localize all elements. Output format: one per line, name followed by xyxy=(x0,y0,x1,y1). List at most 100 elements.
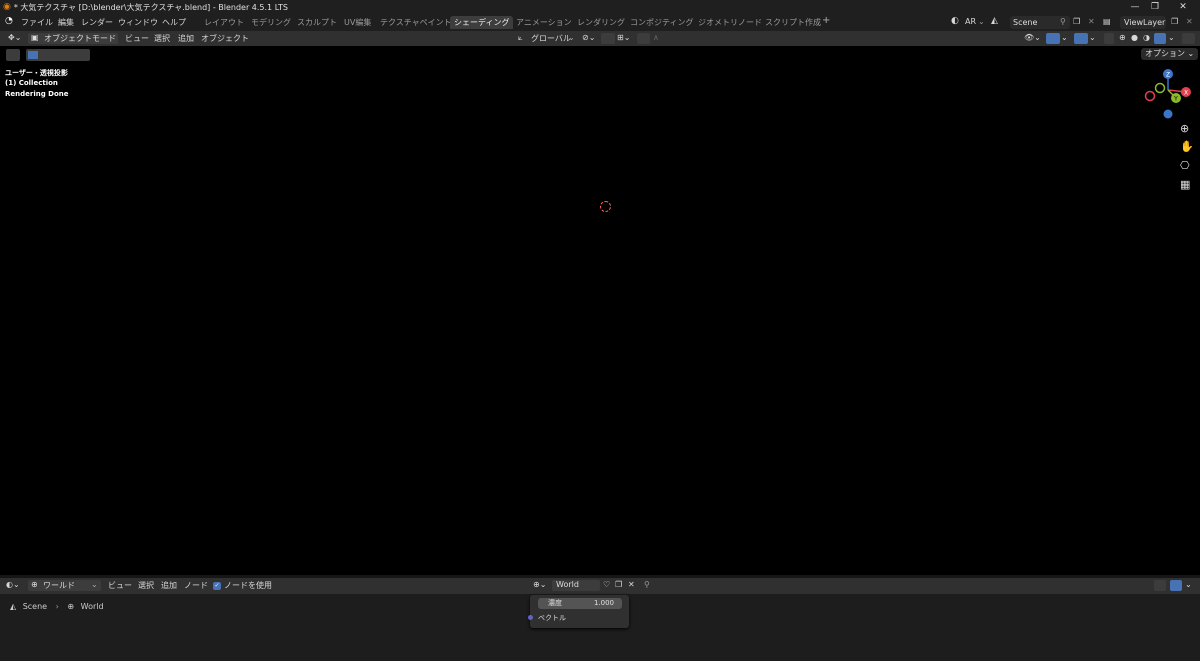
shader-editor-header: ◐⌄ ⊕ ワールド ⌄ ビュー 選択 追加 ノード ✓ ノードを使用 ⊕⌄ Wo… xyxy=(0,578,1200,594)
visibility-icon[interactable]: 👁⌄ xyxy=(1024,33,1041,42)
3d-cursor-icon xyxy=(600,201,611,212)
menu-file[interactable]: ファイル xyxy=(21,17,53,28)
title-bar: ◉ * 大気テクスチャ [D:\blender\大気テクスチャ.blend] -… xyxy=(0,0,1200,14)
transform-orientation-chevron-icon[interactable]: ⌄ xyxy=(568,33,575,42)
pivot-point-icon[interactable]: ⊘⌄ xyxy=(582,33,595,42)
shading-rendered-icon[interactable] xyxy=(1154,33,1166,44)
view-layer-field[interactable]: ViewLayer xyxy=(1120,16,1166,29)
snap-settings-icon[interactable]: ⊞⌄ xyxy=(617,33,630,42)
world-name-label: World xyxy=(556,580,579,589)
world-pin-icon[interactable]: ⚲ xyxy=(644,580,650,589)
node-editor-type-icon[interactable]: ◐⌄ xyxy=(6,580,20,589)
density-label: 濃度 xyxy=(548,599,562,607)
maximize-button[interactable]: ❐ xyxy=(1142,0,1168,14)
node-menu-view[interactable]: ビュー xyxy=(108,580,132,591)
scene-pin-icon[interactable]: ⚲ xyxy=(1060,17,1066,26)
gizmo-dropdown-icon[interactable]: ⌄ xyxy=(1061,33,1068,42)
node-snap-icon[interactable] xyxy=(1154,580,1166,591)
perspective-toggle-icon[interactable]: ▦ xyxy=(1180,178,1190,191)
menu-window[interactable]: ウィンドウ xyxy=(118,17,158,28)
viewport-menu-select[interactable]: 選択 xyxy=(154,33,170,44)
tab-animation[interactable]: アニメーション xyxy=(512,16,576,29)
scene-delete-icon[interactable]: ✕ xyxy=(1088,17,1095,26)
tab-texture-paint[interactable]: テクスチャペイント xyxy=(376,16,456,29)
tab-shading[interactable]: シェーディング xyxy=(450,16,514,29)
blender-menu-icon[interactable]: ◔ xyxy=(5,16,13,26)
sidebar-toggle-icon[interactable] xyxy=(1182,33,1195,44)
editor-type-icon[interactable]: ✥⌄ xyxy=(8,33,21,42)
menu-help[interactable]: ヘルプ xyxy=(162,17,186,28)
transform-orientation-icon[interactable]: ⟀ xyxy=(518,33,523,43)
use-nodes-checkbox[interactable]: ✓ xyxy=(213,582,221,590)
node-menu-node[interactable]: ノード xyxy=(184,580,208,591)
fake-user-icon[interactable]: ♡ xyxy=(603,580,610,589)
xray-toggle-icon[interactable] xyxy=(1104,33,1114,44)
shading-material-icon[interactable]: ◑ xyxy=(1143,33,1150,42)
node-overlay-toggle-icon[interactable] xyxy=(1170,580,1182,591)
ar-icon[interactable]: ◐ xyxy=(951,16,959,26)
tab-scripting[interactable]: スクリプト作成 xyxy=(761,16,825,29)
view-layer-new-icon[interactable]: ❐ xyxy=(1171,17,1178,26)
vector-socket-icon[interactable] xyxy=(528,615,533,620)
node-menu-add[interactable]: 追加 xyxy=(161,580,177,591)
gizmo-x-label: X xyxy=(1184,90,1188,97)
zoom-icon[interactable]: ⊕ xyxy=(1180,122,1189,135)
viewport-status: Rendering Done xyxy=(5,90,69,98)
tab-sculpt[interactable]: スカルプト xyxy=(293,16,341,29)
node-overlay-dropdown-icon[interactable]: ⌄ xyxy=(1185,580,1192,589)
tab-uv-editing[interactable]: UV編集 xyxy=(340,16,375,29)
camera-view-icon[interactable]: ⎔ xyxy=(1180,159,1190,172)
shading-wireframe-icon[interactable]: ⊕ xyxy=(1119,33,1126,42)
select-mode-buttons[interactable] xyxy=(26,49,90,61)
select-new-icon[interactable] xyxy=(28,51,38,59)
shader-type-chevron-icon: ⌄ xyxy=(91,580,98,589)
menu-edit[interactable]: 編集 xyxy=(58,17,74,28)
view-layer-delete-icon[interactable]: ✕ xyxy=(1186,17,1193,26)
shading-dropdown-icon[interactable]: ⌄ xyxy=(1168,33,1175,42)
density-slider[interactable]: 濃度 1.000 xyxy=(538,598,622,609)
object-mode-icon: ▣ xyxy=(31,33,39,42)
breadcrumb-separator-icon: › xyxy=(55,602,59,611)
shading-solid-icon[interactable]: ● xyxy=(1131,33,1138,42)
viewport-menu-add[interactable]: 追加 xyxy=(178,33,194,44)
tab-layout[interactable]: レイアウト xyxy=(200,16,248,29)
view-layer-icon[interactable]: ▤ xyxy=(1103,17,1111,26)
tab-geometry-nodes[interactable]: ジオメトリノード xyxy=(694,16,766,29)
tab-compositing[interactable]: コンポジティング xyxy=(626,16,698,29)
window-title: * 大気テクスチャ [D:\blender\大気テクスチャ.blend] - B… xyxy=(13,2,289,12)
texture-node[interactable]: 濃度 1.000 ベクトル xyxy=(528,595,629,628)
gizmo-toggle-icon[interactable] xyxy=(1046,33,1060,44)
navigation-gizmo[interactable]: Z X Y xyxy=(1140,68,1196,120)
scene-breadcrumb-icon: ◭ xyxy=(10,602,17,611)
world-browse-icon[interactable]: ⊕⌄ xyxy=(533,580,546,589)
ar-dropdown-icon[interactable]: ⌄ xyxy=(978,17,985,26)
transform-orientation-dropdown[interactable]: グローバル xyxy=(531,33,571,44)
close-button[interactable]: ✕ xyxy=(1170,0,1196,14)
proportional-falloff-icon[interactable]: ∧ xyxy=(653,33,659,42)
pan-hand-icon[interactable]: ✋ xyxy=(1180,140,1194,153)
viewport-menu-object[interactable]: オブジェクト xyxy=(201,33,249,44)
breadcrumb-scene: Scene xyxy=(22,602,48,611)
viewport-menu-view[interactable]: ビュー xyxy=(125,33,149,44)
snap-toggle-icon[interactable] xyxy=(601,33,615,44)
tab-modeling[interactable]: モデリング xyxy=(247,16,295,29)
add-workspace-icon[interactable]: + xyxy=(822,15,830,26)
node-menu-select[interactable]: 選択 xyxy=(138,580,154,591)
shader-type-dropdown[interactable]: ⊕ ワールド ⌄ xyxy=(28,580,101,591)
world-name-field[interactable]: World xyxy=(552,580,600,591)
menu-render[interactable]: レンダー xyxy=(81,17,113,28)
scene-icon[interactable]: ◭ xyxy=(991,16,998,26)
3d-viewport[interactable]: ユーザー・透視投影 (1) Collection Rendering Done … xyxy=(0,46,1200,575)
world-unlink-icon[interactable]: ✕ xyxy=(628,580,635,589)
world-new-icon[interactable]: ❐ xyxy=(615,580,622,589)
ar-label[interactable]: AR xyxy=(965,17,976,26)
proportional-edit-icon[interactable] xyxy=(637,33,650,44)
viewport-options-button[interactable]: オプション ⌄ xyxy=(1141,48,1199,60)
tool-select-icon[interactable] xyxy=(6,49,20,61)
overlay-toggle-icon[interactable] xyxy=(1074,33,1088,44)
top-bar: ◔ ファイル 編集 レンダー ウィンドウ ヘルプ レイアウト モデリング スカル… xyxy=(0,14,1200,31)
tab-rendering[interactable]: レンダリング xyxy=(573,16,629,29)
overlay-dropdown-icon[interactable]: ⌄ xyxy=(1089,33,1096,42)
scene-new-icon[interactable]: ❐ xyxy=(1073,17,1080,26)
mode-dropdown[interactable]: ▣ オブジェクトモード xyxy=(28,33,118,44)
